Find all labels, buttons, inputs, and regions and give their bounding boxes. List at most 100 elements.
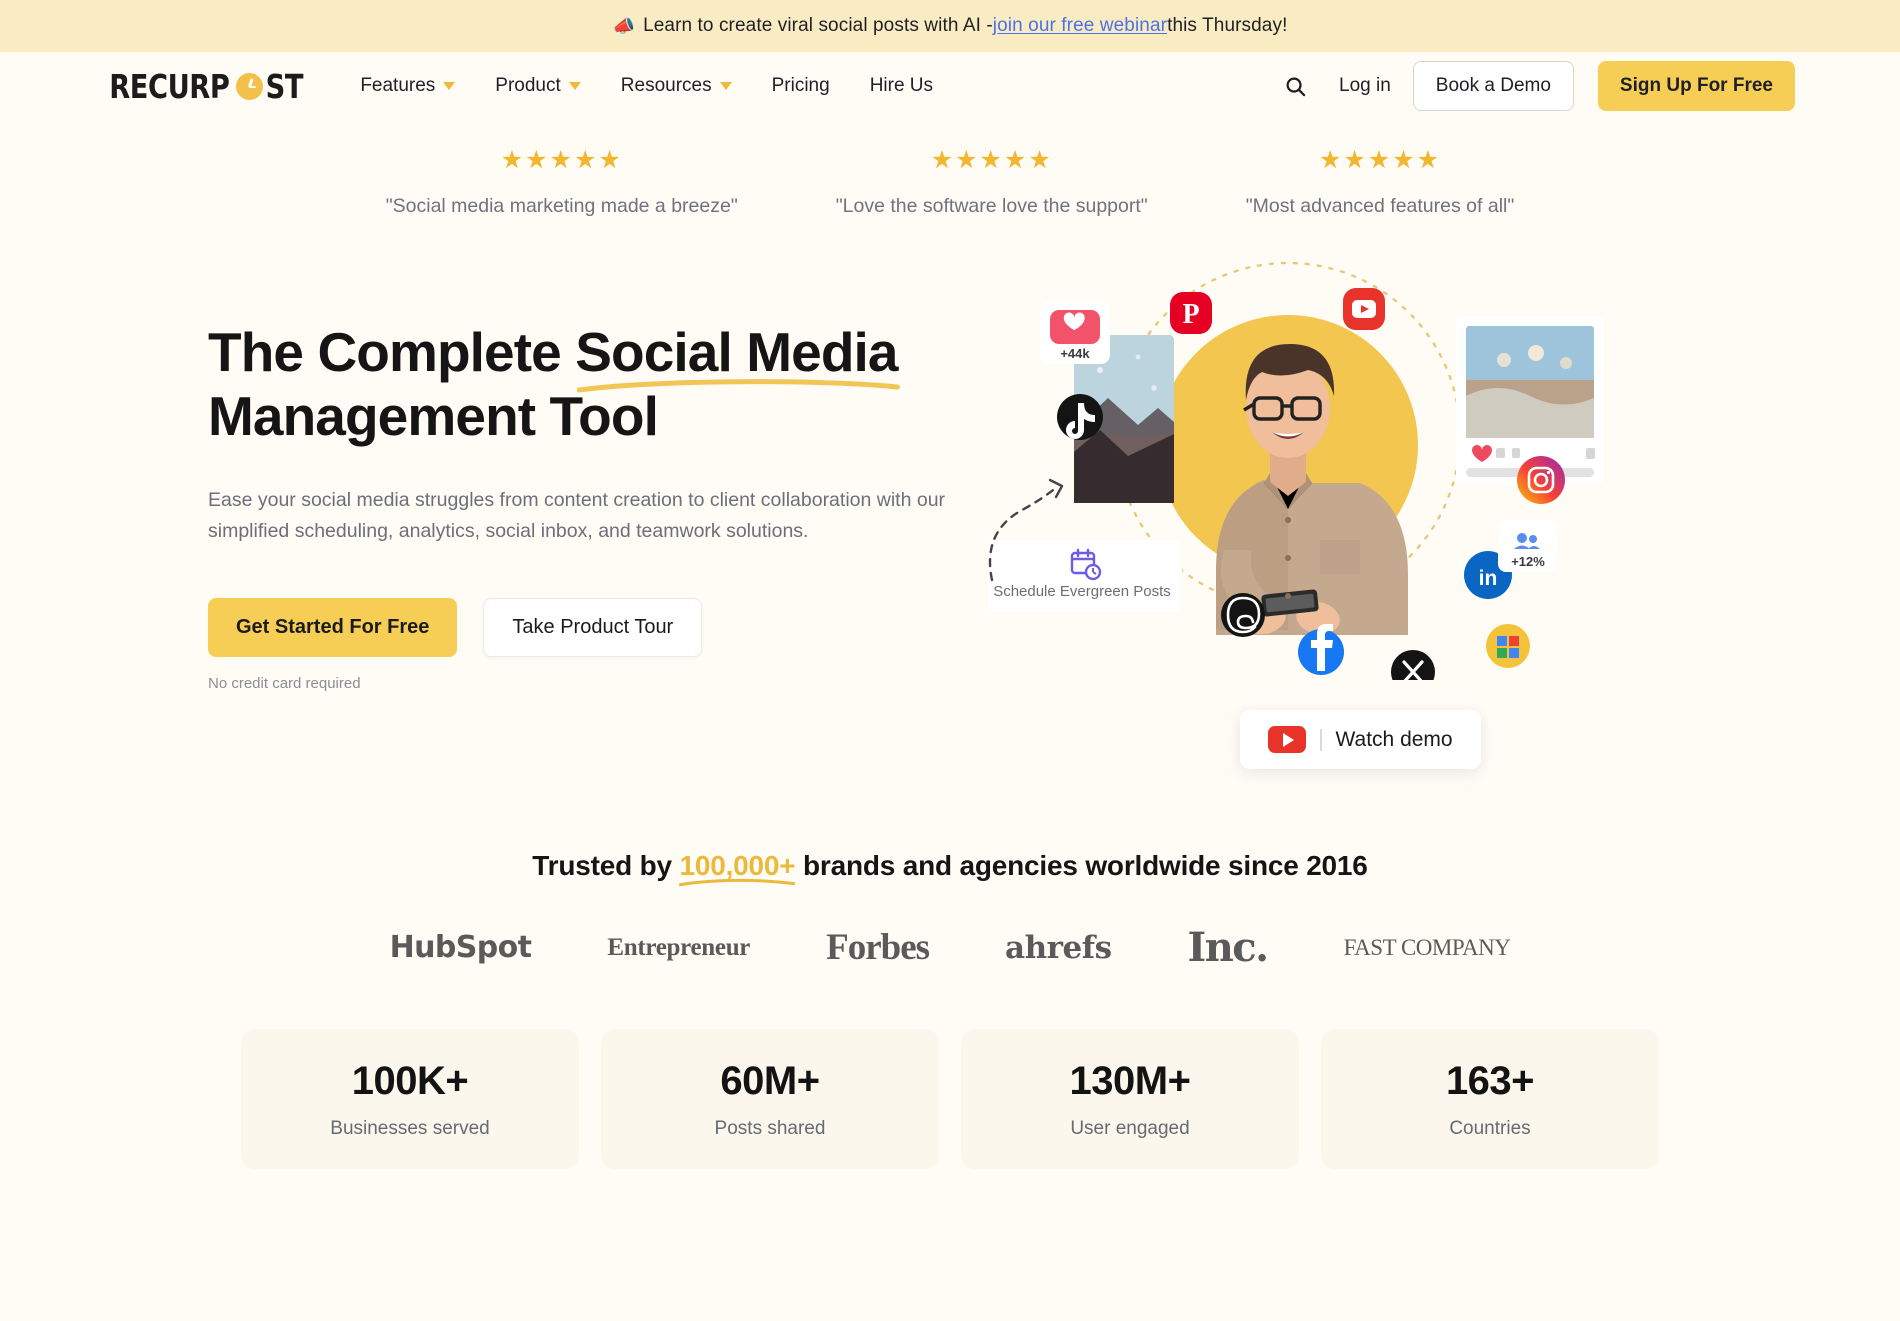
nav-label: Features xyxy=(360,75,436,96)
hero-title-line2: Management Tool xyxy=(208,385,659,448)
stat-label: Countries xyxy=(1449,1117,1531,1139)
nav-label: Hire Us xyxy=(869,75,934,96)
chevron-down-icon xyxy=(719,82,732,90)
brand-name: HubSpot xyxy=(389,930,532,965)
youtube-icon xyxy=(1343,288,1385,330)
review-quote: "Social media marketing made a breeze" xyxy=(385,195,738,217)
nav-actions: Log in Book a Demo Sign Up For Free xyxy=(1273,61,1795,111)
underline-swoosh xyxy=(577,379,900,393)
search-icon[interactable] xyxy=(1273,64,1317,108)
chevron-down-icon xyxy=(443,82,456,90)
brand-name: Inc. xyxy=(1187,924,1270,971)
nav-item-product[interactable]: Product xyxy=(475,65,600,107)
hero-illustration: P +44k in +12% Schedule Evergreen Posts … xyxy=(988,258,1796,769)
underline-swoosh-small xyxy=(679,878,796,887)
announcement-text-after: this Thursday! xyxy=(1167,15,1288,36)
stat-value: 60M+ xyxy=(720,1058,820,1103)
followers-badge: +12% xyxy=(1498,520,1558,572)
star-rating-icon: ★★★★★ xyxy=(500,146,623,174)
brand-name: Entrepreneur xyxy=(607,933,751,961)
stat-card: 163+ Countries xyxy=(1321,1029,1659,1169)
watch-demo-label: Watch demo xyxy=(1335,727,1453,751)
no-credit-card-note: No credit card required xyxy=(208,674,361,692)
trusted-prefix: Trusted by xyxy=(532,850,680,881)
svg-text:in: in xyxy=(1479,567,1498,590)
clock-o-icon xyxy=(235,72,263,100)
stat-value: 130M+ xyxy=(1069,1058,1191,1103)
brand-logo-forbes: Forbes xyxy=(826,926,930,969)
hero-subtitle: Ease your social media struggles from co… xyxy=(208,488,946,543)
nav-item-resources[interactable]: Resources xyxy=(601,65,752,107)
brand-name: Forbes xyxy=(826,927,930,968)
trusted-heading: Trusted by 100,000+ brands and agencies … xyxy=(0,850,1900,887)
stat-value: 100K+ xyxy=(351,1058,469,1103)
schedule-card-label: Schedule Evergreen Posts xyxy=(993,583,1171,600)
google-business-icon xyxy=(1486,624,1530,668)
star-rating-icon: ★★★★★ xyxy=(930,146,1053,174)
get-started-button[interactable]: Get Started For Free xyxy=(208,597,458,657)
star-rating-icon: ★★★★★ xyxy=(1318,146,1442,174)
brand-name: ahrefs xyxy=(1005,929,1112,966)
stat-card: 60M+ Posts shared xyxy=(601,1029,939,1169)
svg-text:+44k: +44k xyxy=(1060,346,1090,361)
tiktok-icon xyxy=(1057,394,1103,440)
brand-logo-hubspot: HubSpot xyxy=(390,930,532,965)
svg-text:P: P xyxy=(1182,299,1199,330)
nav-item-features[interactable]: Features xyxy=(340,65,475,107)
nav-label: Resources xyxy=(620,75,712,96)
stat-card: 130M+ User engaged xyxy=(961,1029,1299,1169)
review-item: ★★★★★ "Social media marketing made a bre… xyxy=(386,148,738,218)
review-quote: "Love the software love the support" xyxy=(835,195,1148,217)
brand-logo-inc: Inc. xyxy=(1187,924,1270,971)
trusted-suffix: brands and agencies worldwide since 2016 xyxy=(795,850,1368,881)
instagram-icon xyxy=(1517,456,1565,504)
nav-item-hire-us[interactable]: Hire Us xyxy=(850,65,953,107)
logo-text-part2: ST xyxy=(265,66,303,106)
nav-links: Features Product Resources Pricing Hire … xyxy=(340,65,953,107)
hero-title-part1: The Complete xyxy=(208,321,576,383)
hero-art-svg: P +44k in +12% Schedule Evergreen Posts xyxy=(988,261,1604,680)
brand-logo-fastcompany: FAST COMPANY xyxy=(1344,935,1511,961)
divider xyxy=(1320,728,1322,751)
nav-label: Pricing xyxy=(771,75,830,96)
hero-copy: The Complete Social Media Management Too… xyxy=(208,258,1008,758)
reviews-strip: ★★★★★ "Social media marketing made a bre… xyxy=(0,120,1900,218)
nav-label: Product xyxy=(495,75,561,96)
trusted-number: 100,000+ xyxy=(679,850,796,881)
logo[interactable]: RECURP ST xyxy=(104,67,304,106)
megaphone-icon: 📣 xyxy=(612,15,636,36)
stats-row: 100K+ Businesses served 60M+ Posts share… xyxy=(0,1029,1900,1169)
youtube-play-icon xyxy=(1268,726,1306,753)
announcement-banner: 📣 Learn to create viral social posts wit… xyxy=(0,0,1900,52)
hero-cta-group: Get Started For Free Take Product Tour xyxy=(208,597,1008,657)
brand-name: FAST COMPANY xyxy=(1343,934,1511,960)
hero-title-highlight: Social Media xyxy=(575,321,898,383)
stat-label: Posts shared xyxy=(714,1117,826,1139)
review-item: ★★★★★ "Most advanced features of all" xyxy=(1246,148,1515,218)
nav-item-pricing[interactable]: Pricing xyxy=(752,65,850,107)
stat-label: User engaged xyxy=(1070,1117,1190,1139)
trusted-number-wrap: 100,000+ xyxy=(679,850,796,887)
pinterest-icon: P xyxy=(1170,292,1212,334)
logo-text-part1: RECURP xyxy=(109,66,230,106)
book-demo-button[interactable]: Book a Demo xyxy=(1412,61,1574,111)
stat-label: Businesses served xyxy=(330,1117,490,1139)
likes-badge: +44k xyxy=(1040,302,1110,364)
review-quote: "Most advanced features of all" xyxy=(1245,195,1515,217)
brand-logo-ahrefs: ahrefs xyxy=(1005,929,1112,966)
schedule-evergreen-card: Schedule Evergreen Posts xyxy=(988,540,1182,612)
signup-button[interactable]: Sign Up For Free xyxy=(1597,61,1795,111)
product-tour-button[interactable]: Take Product Tour xyxy=(483,597,703,657)
review-item: ★★★★★ "Love the software love the suppor… xyxy=(836,148,1148,218)
watch-demo-button[interactable]: Watch demo xyxy=(1240,710,1481,769)
announcement-text: Learn to create viral social posts with … xyxy=(643,15,993,36)
x-twitter-icon xyxy=(1391,650,1435,680)
chevron-down-icon xyxy=(568,82,581,90)
page-title: The Complete Social Media Management Too… xyxy=(208,320,1008,449)
brand-logos: HubSpot Entrepreneur Forbes ahrefs Inc. … xyxy=(0,924,1900,971)
svg-text:+12%: +12% xyxy=(1511,554,1545,569)
login-link[interactable]: Log in xyxy=(1317,65,1413,107)
webinar-link[interactable]: join our free webinar xyxy=(993,15,1167,37)
stat-value: 163+ xyxy=(1445,1058,1535,1103)
main-navbar: RECURP ST Features Product Resources Pri… xyxy=(0,52,1900,120)
